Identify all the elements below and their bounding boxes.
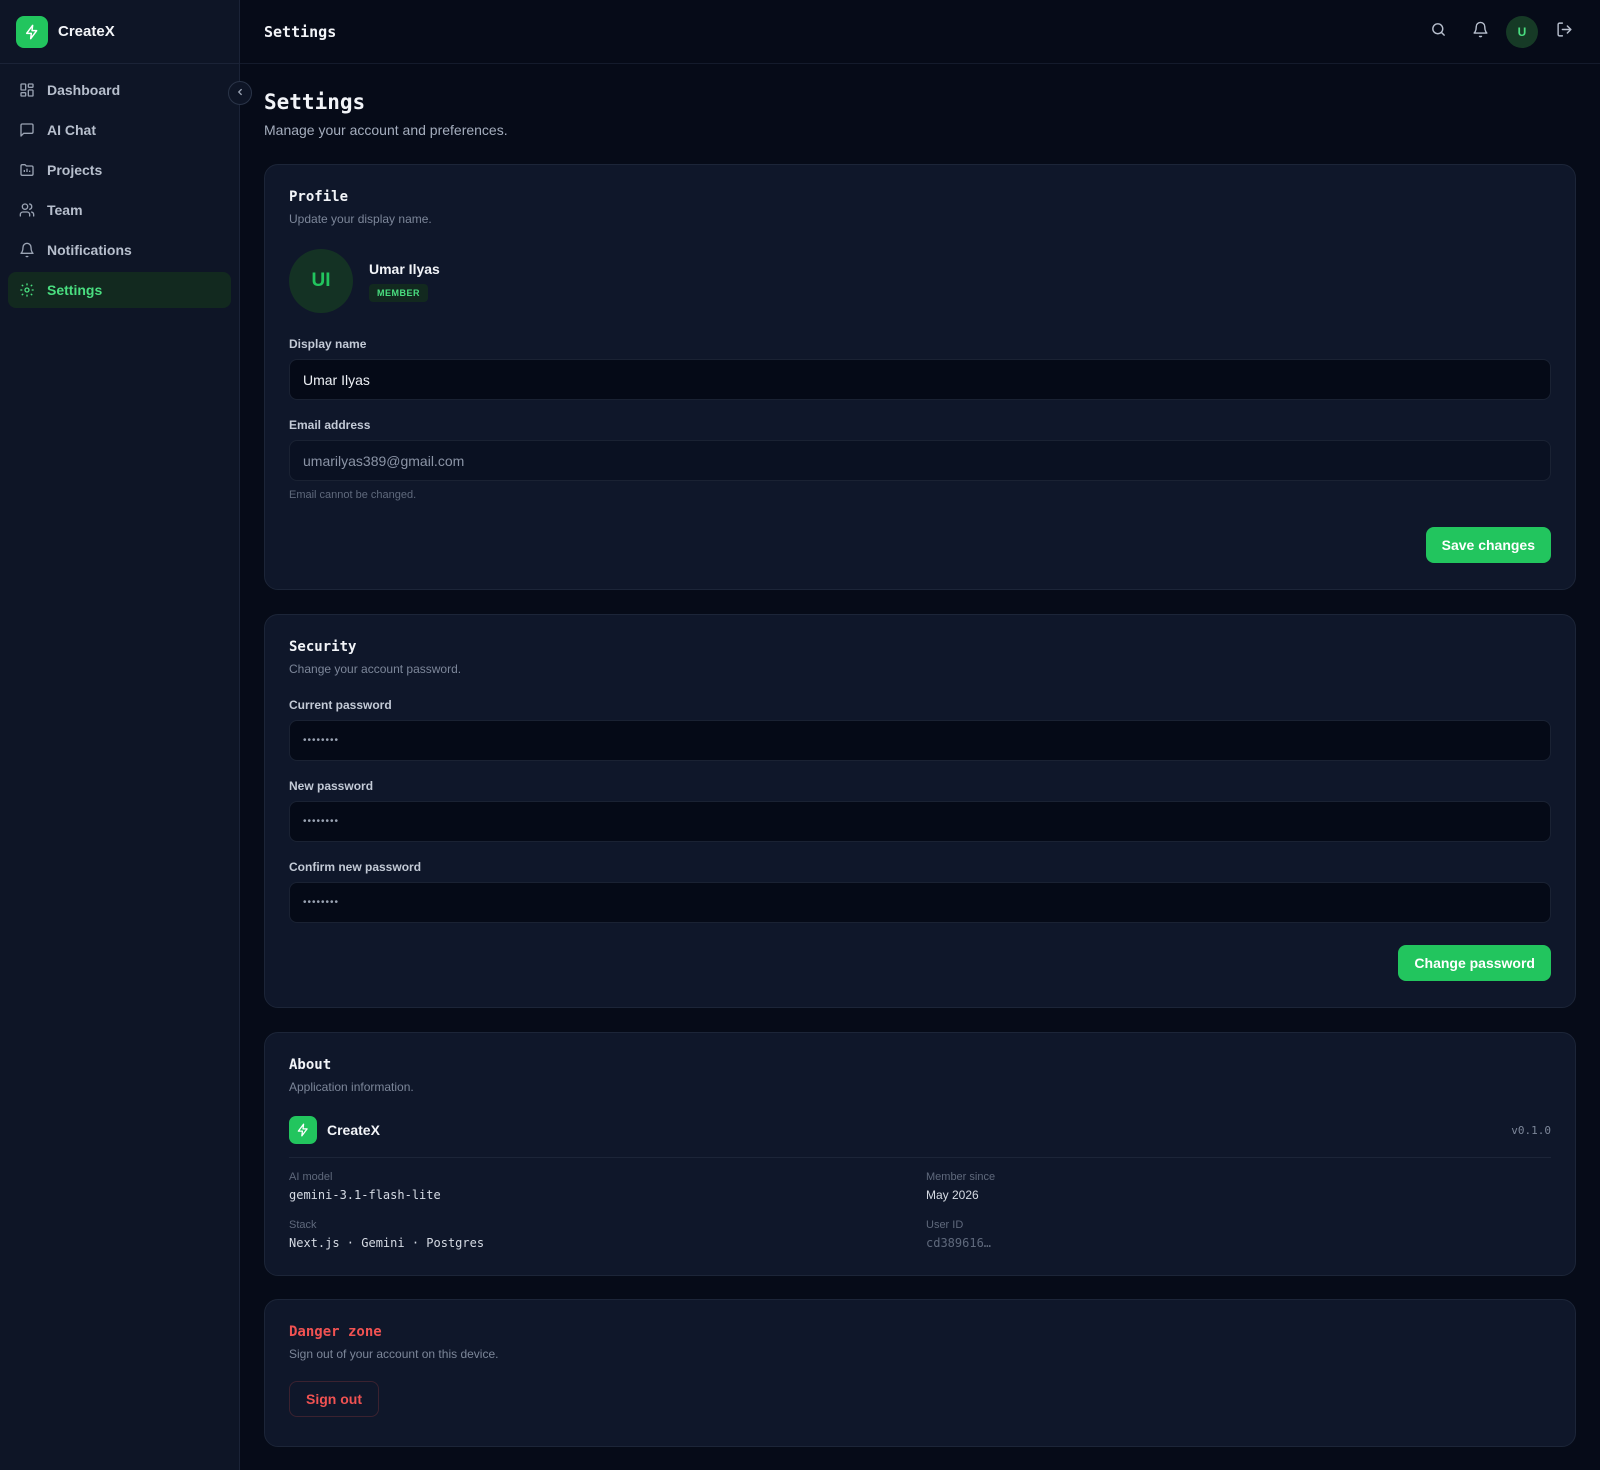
users-icon xyxy=(19,202,35,218)
sidebar-item-projects[interactable]: Projects xyxy=(8,152,231,188)
bolt-icon xyxy=(289,1116,317,1144)
sidebar-item-label: Dashboard xyxy=(47,82,121,98)
topbar-actions: U xyxy=(1412,16,1580,48)
danger-zone-subtitle: Sign out of your account on this device. xyxy=(289,1347,499,1361)
sidebar-item-team[interactable]: Team xyxy=(8,192,231,228)
stack-value: Next.js · Gemini · Postgres xyxy=(289,1236,485,1250)
sign-out-button[interactable]: Sign out xyxy=(289,1381,379,1417)
about-app-name: CreateX xyxy=(327,1122,380,1138)
change-password-button[interactable]: Change password xyxy=(1398,945,1551,981)
sidebar-item-ai-chat[interactable]: AI Chat xyxy=(8,112,231,148)
brand[interactable]: CreateX xyxy=(0,0,239,64)
dashboard-icon xyxy=(19,82,35,98)
role-badge: MEMBER xyxy=(369,283,428,302)
brand-name: CreateX xyxy=(58,23,115,40)
search-icon xyxy=(1430,21,1447,43)
member-since-value: May 2026 xyxy=(926,1188,979,1202)
bolt-icon xyxy=(16,15,48,48)
bell-icon xyxy=(1472,21,1489,43)
profile-subtitle: Update your display name. xyxy=(289,212,432,226)
email-label: Email address xyxy=(289,418,371,432)
avatar[interactable]: U xyxy=(1506,16,1538,48)
confirm-password-label: Confirm new password xyxy=(289,860,422,874)
user-id-value: cd389616… xyxy=(926,1236,992,1250)
app-version: v0.1.0 xyxy=(1511,1123,1551,1137)
sidebar-item-settings[interactable]: Settings xyxy=(8,272,231,308)
user-id-label: User ID xyxy=(926,1219,964,1231)
about-info-grid: AI model gemini-3.1-flash-lite Stack Nex… xyxy=(289,1171,1551,1250)
danger-zone-card: Danger zone Sign out of your account on … xyxy=(264,1299,1576,1447)
new-password-input[interactable]: •••••••• xyxy=(289,801,1551,842)
sidebar-item-notifications[interactable]: Notifications xyxy=(8,232,231,268)
ai-model-label: AI model xyxy=(289,1171,333,1183)
about-app-row: CreateX v0.1.0 xyxy=(289,1116,1551,1158)
stack-label: Stack xyxy=(289,1219,317,1231)
email-field: umarilyas389@gmail.com xyxy=(289,440,1551,481)
about-title: About xyxy=(289,1057,332,1073)
topbar: Settings U xyxy=(240,0,1600,64)
chevron-left-icon xyxy=(235,84,245,102)
current-password-input[interactable]: •••••••• xyxy=(289,720,1551,761)
about-subtitle: Application information. xyxy=(289,1080,414,1094)
chat-icon xyxy=(19,122,35,138)
about-card: About Application information. CreateX v… xyxy=(264,1032,1576,1276)
topbar-title: Settings xyxy=(264,22,337,41)
danger-zone-title: Danger zone xyxy=(289,1324,382,1340)
display-name-input[interactable]: Umar Ilyas xyxy=(289,359,1551,400)
profile-title: Profile xyxy=(289,189,349,205)
sidebar-item-label: Team xyxy=(47,202,83,218)
sidebar-collapse-button[interactable] xyxy=(228,81,252,105)
display-name-label: Display name xyxy=(289,337,367,351)
security-title: Security xyxy=(289,639,357,655)
confirm-password-input[interactable]: •••••••• xyxy=(289,882,1551,923)
sidebar-item-label: Settings xyxy=(47,282,103,298)
profile-card: Profile Update your display name. UI Uma… xyxy=(264,164,1576,590)
profile-summary: UI Umar Ilyas MEMBER xyxy=(289,249,1551,313)
sidebar: CreateX Dashboard AI Chat Projects Team xyxy=(0,0,240,1470)
profile-name: Umar Ilyas xyxy=(369,260,440,277)
page-title: Settings xyxy=(264,90,366,114)
email-hint: Email cannot be changed. xyxy=(289,489,417,501)
avatar: UI xyxy=(289,249,353,313)
bell-icon xyxy=(19,242,35,258)
security-card: Security Change your account password. C… xyxy=(264,614,1576,1008)
new-password-label: New password xyxy=(289,779,374,793)
notifications-button[interactable] xyxy=(1464,16,1496,48)
search-button[interactable] xyxy=(1422,16,1454,48)
sidebar-nav: Dashboard AI Chat Projects Team Notifica… xyxy=(0,64,239,320)
sidebar-item-label: AI Chat xyxy=(47,122,96,138)
logout-icon xyxy=(1556,21,1573,43)
security-subtitle: Change your account password. xyxy=(289,662,462,676)
gear-icon xyxy=(19,282,35,298)
page-subtitle: Manage your account and preferences. xyxy=(264,122,508,138)
sidebar-item-label: Notifications xyxy=(47,242,132,258)
main-content: Settings Manage your account and prefere… xyxy=(264,64,1576,1447)
logout-button[interactable] xyxy=(1548,16,1580,48)
save-button[interactable]: Save changes xyxy=(1425,527,1551,563)
sidebar-item-label: Projects xyxy=(47,162,103,178)
ai-model-value: gemini-3.1-flash-lite xyxy=(289,1188,441,1202)
sidebar-item-dashboard[interactable]: Dashboard xyxy=(8,72,231,108)
folder-icon xyxy=(19,162,35,178)
member-since-label: Member since xyxy=(926,1171,996,1183)
current-password-label: Current password xyxy=(289,698,392,712)
